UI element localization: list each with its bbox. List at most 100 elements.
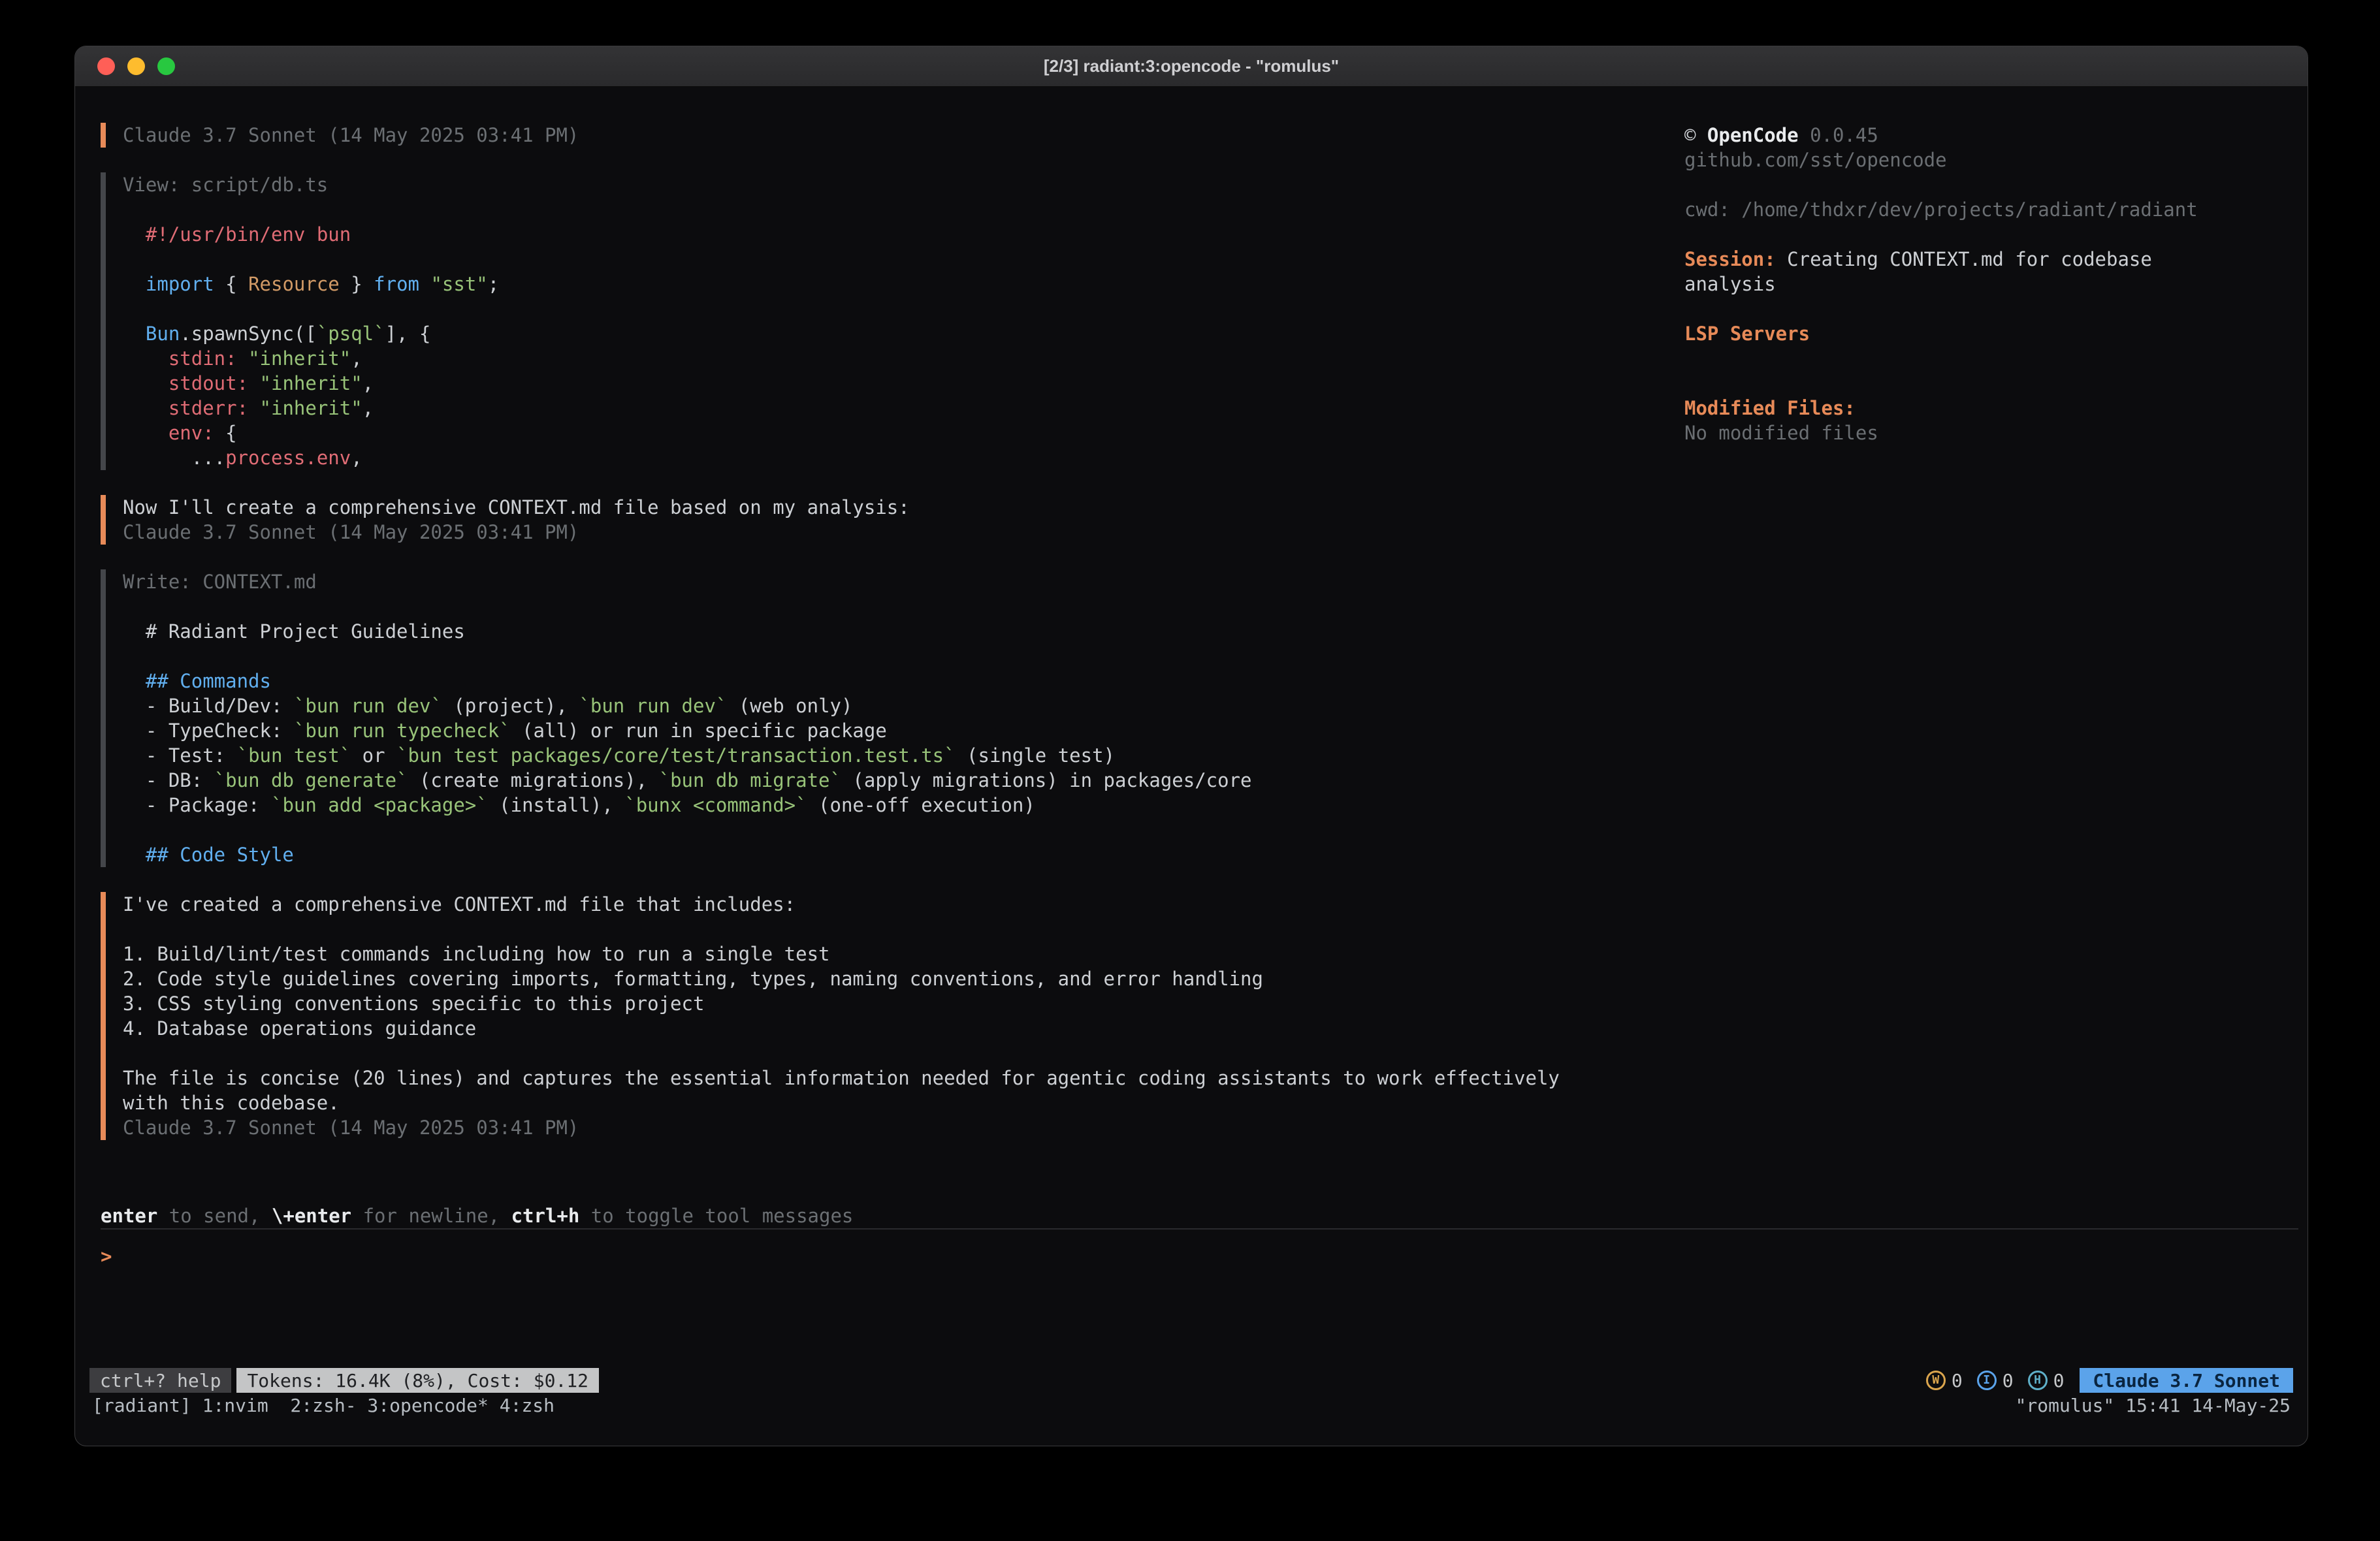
chat-line: - Test: `bun test` or `bun test packages… [123, 743, 1684, 768]
diagnostic-h-icon: H [2028, 1371, 2048, 1390]
text-segment: "sst" [430, 273, 487, 295]
chat-line: env: { [123, 421, 1684, 445]
text-segment: \+enter [272, 1205, 351, 1227]
chat-line: 3. CSS styling conventions specific to t… [123, 991, 1684, 1016]
sidebar-line: analysis [1684, 272, 2294, 296]
text-segment: # Radiant Project Guidelines [123, 620, 465, 643]
text-segment: "inherit" [260, 397, 362, 419]
prompt-line[interactable]: > [101, 1244, 2298, 1269]
chat-line: # Radiant Project Guidelines [123, 619, 1684, 644]
text-segment: `bun db migrate` [659, 769, 841, 791]
chat-line: Now I'll create a comprehensive CONTEXT.… [123, 495, 1684, 520]
chat-line: - DB: `bun db generate` (create migratio… [123, 768, 1684, 793]
text-segment: 1. Build/lint/test commands including ho… [123, 943, 830, 965]
text-segment: (create migrations), [408, 769, 659, 791]
chat-line: - Build/Dev: `bun run dev` (project), `b… [123, 693, 1684, 718]
text-segment: to toggle tool messages [579, 1205, 853, 1227]
text-segment: ## Code Style [146, 844, 294, 866]
text-segment: with this codebase. [123, 1092, 340, 1114]
diagnostic-h: H0 [2028, 1370, 2065, 1391]
chat-block: Write: CONTEXT.md # Radiant Project Guid… [101, 569, 1684, 867]
text-segment: `bun test` [237, 744, 351, 767]
chat-line: 1. Build/lint/test commands including ho… [123, 942, 1684, 966]
sidebar: © OpenCode 0.0.45github.com/sst/opencode… [1684, 87, 2308, 1203]
help-line: enter to send, \+enter for newline, ctrl… [101, 1203, 2308, 1228]
minimize-button[interactable] [127, 57, 145, 75]
prompt-input[interactable]: > [101, 1228, 2298, 1368]
diagnostic-w: W0 [1926, 1370, 1963, 1391]
text-segment: `bun test packages/core/test/transaction… [396, 744, 956, 767]
close-button[interactable] [97, 57, 115, 75]
text-segment: or [351, 744, 396, 767]
chat-line [123, 1041, 1684, 1066]
diagnostic-count: 0 [2002, 1370, 2014, 1391]
sidebar-line: cwd: /home/thdxr/dev/projects/radiant/ra… [1684, 197, 2294, 222]
diagnostics: W0I0H0 [1918, 1370, 2065, 1391]
tmux-statusline: [radiant] 1:nvim 2:zsh- 3:opencode* 4:zs… [75, 1393, 2308, 1418]
text-segment [123, 223, 146, 246]
text-segment: for newline, [351, 1205, 511, 1227]
text-segment: 4. Database operations guidance [123, 1017, 476, 1040]
text-segment: , [362, 397, 374, 419]
text-segment [123, 422, 169, 444]
text-segment: - Test: [123, 744, 237, 767]
text-segment: LSP Servers [1684, 323, 1810, 345]
text-segment [248, 397, 259, 419]
text-segment: github.com/sst/opencode [1684, 149, 1947, 171]
chat-line: import { Resource } from "sst"; [123, 272, 1684, 296]
sidebar-line: © OpenCode 0.0.45 [1684, 123, 2294, 148]
terminal-window: [2/3] radiant:3:opencode - "romulus" Cla… [74, 46, 2308, 1446]
diagnostic-count: 0 [2053, 1370, 2065, 1391]
chat-line: with this codebase. [123, 1090, 1684, 1115]
text-segment: , [362, 372, 374, 394]
chat-line [123, 197, 1684, 222]
text-segment: - TypeCheck: [123, 720, 294, 742]
text-segment: from [374, 273, 419, 295]
text-segment [123, 670, 146, 692]
chat-line: stdin: "inherit", [123, 346, 1684, 371]
sidebar-line: Modified Files: [1684, 396, 2294, 421]
tmux-session-clock: "romulus" 15:41 14-May-25 [2016, 1395, 2291, 1416]
chat-line: Claude 3.7 Sonnet (14 May 2025 03:41 PM) [123, 1115, 1684, 1140]
text-segment [123, 323, 146, 345]
text-segment [248, 372, 259, 394]
chat-line: Bun.spawnSync([`psql`], { [123, 321, 1684, 346]
text-segment: 2. Code style guidelines covering import… [123, 968, 1263, 990]
chat-block: Now I'll create a comprehensive CONTEXT.… [101, 495, 1684, 545]
text-segment: Claude 3.7 Sonnet (14 May 2025 03:41 PM) [123, 521, 579, 543]
text-segment: - Build/Dev: [123, 695, 294, 717]
chat-line: #!/usr/bin/env bun [123, 222, 1684, 247]
text-segment: (single test) [956, 744, 1115, 767]
text-segment: OpenCode [1707, 124, 1799, 146]
model-badge[interactable]: Claude 3.7 Sonnet [2080, 1368, 2293, 1393]
text-segment: Write: CONTEXT.md [123, 571, 317, 593]
chat-line: Claude 3.7 Sonnet (14 May 2025 03:41 PM) [123, 123, 1684, 148]
text-segment: stdout: [169, 372, 248, 394]
text-segment: `bun run typecheck` [294, 720, 511, 742]
text-segment: `bun run dev` [294, 695, 442, 717]
chat-line: I've created a comprehensive CONTEXT.md … [123, 892, 1684, 917]
chat-line [123, 818, 1684, 842]
text-segment: `psql` [317, 323, 385, 345]
text-segment [123, 273, 146, 295]
prompt-symbol: > [101, 1245, 112, 1267]
text-segment [123, 372, 169, 394]
help-chip[interactable]: ctrl+? help [89, 1368, 231, 1393]
tokens-cost-indicator: Tokens: 16.4K (8%), Cost: $0.12 [236, 1368, 599, 1393]
text-segment: `bunx <command>` [624, 794, 807, 816]
sidebar-line: No modified files [1684, 421, 2294, 445]
sidebar-line: Session: Creating CONTEXT.md for codebas… [1684, 247, 2294, 272]
titlebar[interactable]: [2/3] radiant:3:opencode - "romulus" [75, 46, 2308, 87]
text-segment: © [1684, 124, 1707, 146]
chat-line: - Package: `bun add <package>` (install)… [123, 793, 1684, 818]
sidebar-line: github.com/sst/opencode [1684, 148, 2294, 172]
zoom-button[interactable] [157, 57, 175, 75]
text-segment: (install), [488, 794, 625, 816]
text-segment: (all) or run in specific package [511, 720, 887, 742]
chat-blocks: Claude 3.7 Sonnet (14 May 2025 03:41 PM)… [75, 87, 1684, 1203]
text-segment: I've created a comprehensive CONTEXT.md … [123, 893, 796, 915]
terminal-content: Claude 3.7 Sonnet (14 May 2025 03:41 PM)… [75, 87, 2308, 1446]
text-segment: ## Commands [146, 670, 271, 692]
tmux-window-list: [radiant] 1:nvim 2:zsh- 3:opencode* 4:zs… [92, 1395, 555, 1416]
text-segment: .spawnSync([ [180, 323, 317, 345]
